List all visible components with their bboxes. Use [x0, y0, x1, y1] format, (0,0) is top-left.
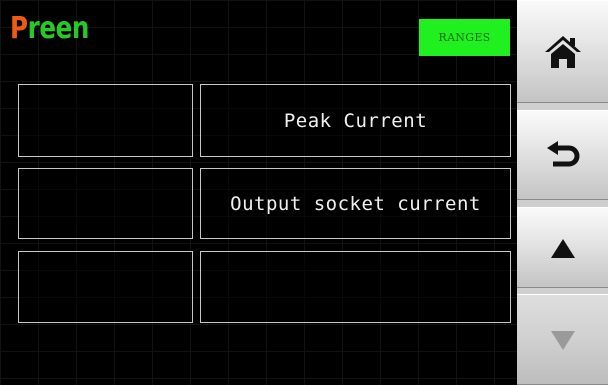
- sidebar: [517, 0, 608, 385]
- grid-cell-row1-left[interactable]: [18, 84, 193, 157]
- scroll-down-button[interactable]: [517, 294, 608, 385]
- grid-cell-row3-right[interactable]: [200, 251, 511, 323]
- brand-logo: Preen: [10, 14, 89, 44]
- grid-cell-row2-left[interactable]: [18, 168, 193, 239]
- home-button[interactable]: [517, 0, 608, 103]
- triangle-down-icon: [550, 329, 576, 351]
- logo-letter-p: P: [10, 11, 28, 46]
- grid-cell-peak-current[interactable]: Peak Current: [200, 84, 511, 157]
- grid-cell-output-socket-current[interactable]: Output socket current: [200, 168, 511, 239]
- return-arrow-icon: [545, 141, 581, 169]
- logo-text: reen: [27, 11, 90, 46]
- back-button[interactable]: [517, 110, 608, 200]
- home-icon: [543, 33, 583, 71]
- screen: Preen RANGES Peak Current Output socket …: [0, 0, 608, 385]
- ranges-button-label: RANGES: [438, 31, 491, 44]
- triangle-up-icon: [550, 237, 576, 259]
- ranges-button[interactable]: RANGES: [419, 19, 510, 56]
- scroll-up-button[interactable]: [517, 207, 608, 288]
- grid-cell-row3-left[interactable]: [18, 251, 193, 323]
